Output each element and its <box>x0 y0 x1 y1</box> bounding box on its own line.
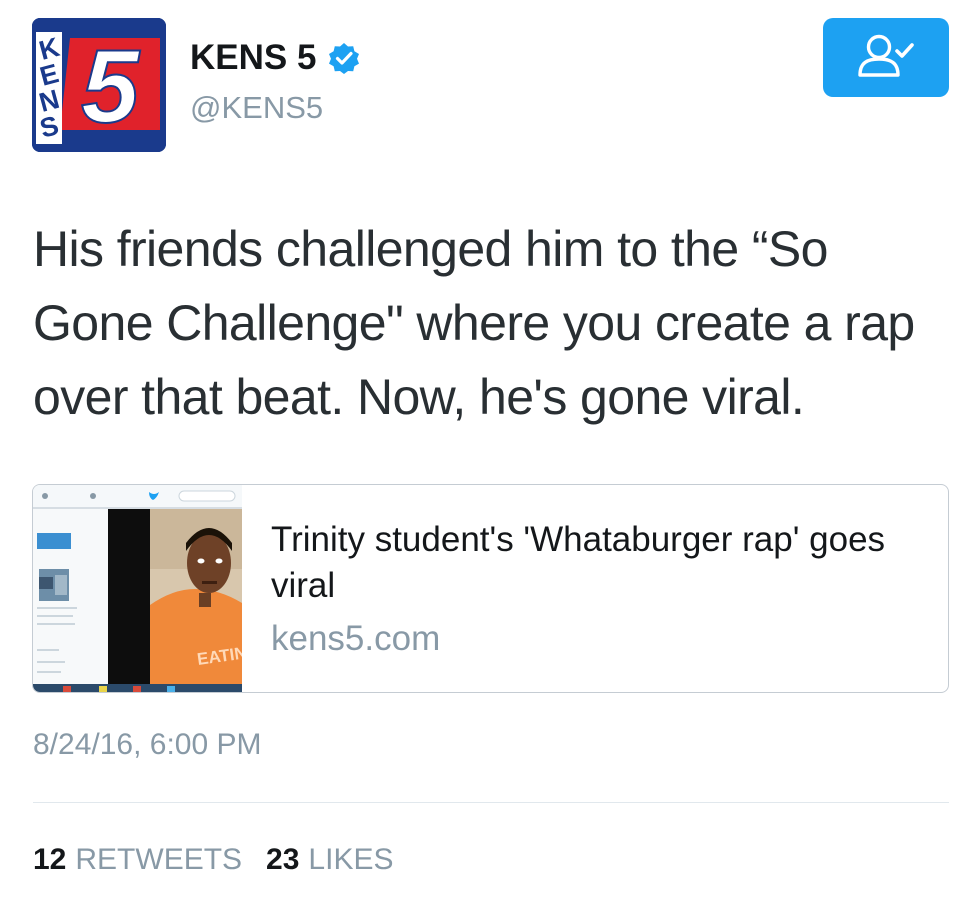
card-domain: kens5.com <box>271 619 441 658</box>
engagement-stats: 12 RETWEETS 23 LIKES <box>33 843 393 877</box>
display-name-text: KENS 5 <box>190 38 317 77</box>
divider <box>33 802 949 803</box>
tweet-timestamp[interactable]: 8/24/16, 6:00 PM <box>33 728 262 762</box>
tweet-text: His friends challenged him to the “So Go… <box>33 221 915 425</box>
card-thumbnail: EATIN <box>33 485 242 692</box>
retweets-label: RETWEETS <box>75 843 243 876</box>
retweets-count: 12 <box>33 843 67 876</box>
following-button[interactable] <box>823 18 949 97</box>
retweets-stat[interactable]: 12 RETWEETS <box>33 843 242 877</box>
link-card[interactable]: EATIN Trinity student's 'Whataburger rap… <box>32 484 949 693</box>
person-check-icon <box>855 32 917 83</box>
likes-label: LIKES <box>308 843 394 876</box>
tweet-detail: 5 K E N S KENS 5 @KENS5 His friends chal… <box>0 0 980 912</box>
card-title: Trinity student's 'Whataburger rap' goes… <box>271 520 886 605</box>
avatar[interactable]: 5 K E N S <box>32 18 166 152</box>
kens5-logo: 5 K E N S <box>32 18 166 152</box>
user-handle[interactable]: @KENS5 <box>190 90 323 126</box>
svg-text:5: 5 <box>81 29 141 145</box>
likes-stat[interactable]: 23 LIKES <box>266 843 393 877</box>
verified-badge-icon <box>328 42 360 74</box>
display-name[interactable]: KENS 5 <box>190 40 360 75</box>
likes-count: 23 <box>266 843 300 876</box>
